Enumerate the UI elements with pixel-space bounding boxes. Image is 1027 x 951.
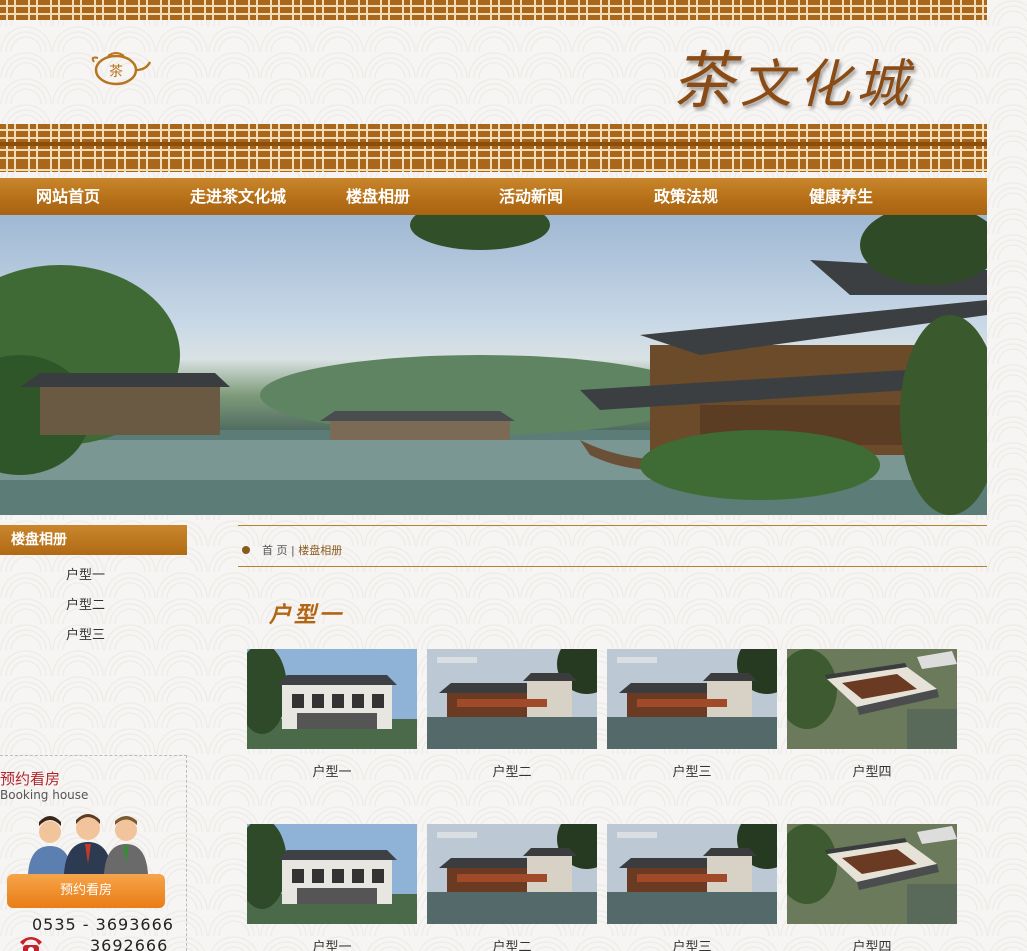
gallery-caption[interactable]: 户型二 xyxy=(427,936,597,951)
brand-title-first: 茶 xyxy=(672,44,741,117)
gallery-thumbnail[interactable] xyxy=(427,649,597,749)
breadcrumb-home[interactable]: 首 页 xyxy=(262,544,288,557)
breadcrumb-bar: 首 页 | 楼盘相册 xyxy=(238,525,987,567)
sidebar-links: 户型一 户型二 户型三 xyxy=(0,555,187,651)
logo-text: 茶 xyxy=(109,64,123,80)
sidebar-item-type2[interactable]: 户型二 xyxy=(0,591,187,621)
agents-avatar-icon xyxy=(28,814,148,874)
site-header: 茶 茶文化城 xyxy=(0,0,987,178)
booking-subtitle: Booking house xyxy=(0,788,89,802)
gallery-card[interactable]: 户型四 xyxy=(787,649,957,780)
section-title: 户型一 xyxy=(269,602,345,628)
gallery-thumbnail[interactable] xyxy=(427,824,597,924)
sidebar-title: 楼盘相册 xyxy=(0,525,187,555)
nav-policy[interactable]: 政策法规 xyxy=(646,178,726,215)
gallery-thumbnail[interactable] xyxy=(787,824,957,924)
gallery-caption[interactable]: 户型三 xyxy=(607,761,777,780)
main-nav: 网站首页 走进茶文化城 楼盘相册 活动新闻 政策法规 健康养生 xyxy=(0,178,987,215)
teapot-logo-icon[interactable]: 茶 xyxy=(84,50,160,88)
gallery-thumbnail[interactable] xyxy=(787,649,957,749)
page: 茶 茶文化城 网站首页 走进茶文化城 楼盘相册 活动新闻 政策法规 健康养生 楼… xyxy=(0,0,987,951)
sidebar: 楼盘相册 户型一 户型二 户型三 预约看房 Booking house 预约看房… xyxy=(0,525,187,951)
nav-news[interactable]: 活动新闻 xyxy=(416,178,646,215)
booking-panel: 预约看房 Booking house 预约看房 0535 - 3693666 3… xyxy=(0,755,187,951)
gallery-thumbnail[interactable] xyxy=(247,649,417,749)
breadcrumb-separator: | xyxy=(287,544,299,557)
bullet-icon xyxy=(242,546,250,554)
gallery-caption[interactable]: 户型三 xyxy=(607,936,777,951)
phone-number-2: 3692666 xyxy=(90,936,169,951)
gallery-caption[interactable]: 户型四 xyxy=(787,936,957,951)
nav-about[interactable]: 走进茶文化城 xyxy=(136,178,340,215)
gallery-caption[interactable]: 户型四 xyxy=(787,761,957,780)
gallery-card[interactable]: 户型二 xyxy=(427,649,597,780)
sidebar-item-type3[interactable]: 户型三 xyxy=(0,621,187,651)
breadcrumb-current[interactable]: 楼盘相册 xyxy=(298,544,342,557)
gallery-card[interactable]: 户型一 xyxy=(247,824,417,951)
gallery-card[interactable]: 户型二 xyxy=(427,824,597,951)
lattice-border-top xyxy=(0,0,987,20)
breadcrumb: 首 页 | 楼盘相册 xyxy=(262,542,342,558)
booking-title: 预约看房 xyxy=(0,770,61,788)
main-content: 首 页 | 楼盘相册 户型一 户型一 户型二 户型三 户型四 户型一 户型二 户型三 户型四 xyxy=(238,525,987,951)
phone-number-1: 0535 - 3693666 xyxy=(32,915,174,934)
gallery-thumbnail[interactable] xyxy=(607,649,777,749)
booking-button[interactable]: 预约看房 xyxy=(7,874,165,908)
gallery-thumbnail[interactable] xyxy=(247,824,417,924)
nav-home[interactable]: 网站首页 xyxy=(0,178,136,215)
phone-icon xyxy=(20,937,42,951)
sidebar-item-type1[interactable]: 户型一 xyxy=(0,561,187,591)
gallery-card[interactable]: 户型三 xyxy=(607,649,777,780)
gallery-caption[interactable]: 户型一 xyxy=(247,936,417,951)
lattice-border-bottom xyxy=(0,124,987,172)
brand-title-rest: 文化城 xyxy=(740,55,915,115)
gallery-caption[interactable]: 户型二 xyxy=(427,761,597,780)
page-margin xyxy=(987,0,1027,951)
nav-album[interactable]: 楼盘相册 xyxy=(340,178,416,215)
nav-health[interactable]: 健康养生 xyxy=(726,178,956,215)
gallery-caption[interactable]: 户型一 xyxy=(247,761,417,780)
gallery-card[interactable]: 户型四 xyxy=(787,824,957,951)
brand-title: 茶文化城 xyxy=(672,30,914,120)
hero-banner-image xyxy=(0,215,987,515)
gallery-card[interactable]: 户型一 xyxy=(247,649,417,780)
gallery-card[interactable]: 户型三 xyxy=(607,824,777,951)
gallery-thumbnail[interactable] xyxy=(607,824,777,924)
